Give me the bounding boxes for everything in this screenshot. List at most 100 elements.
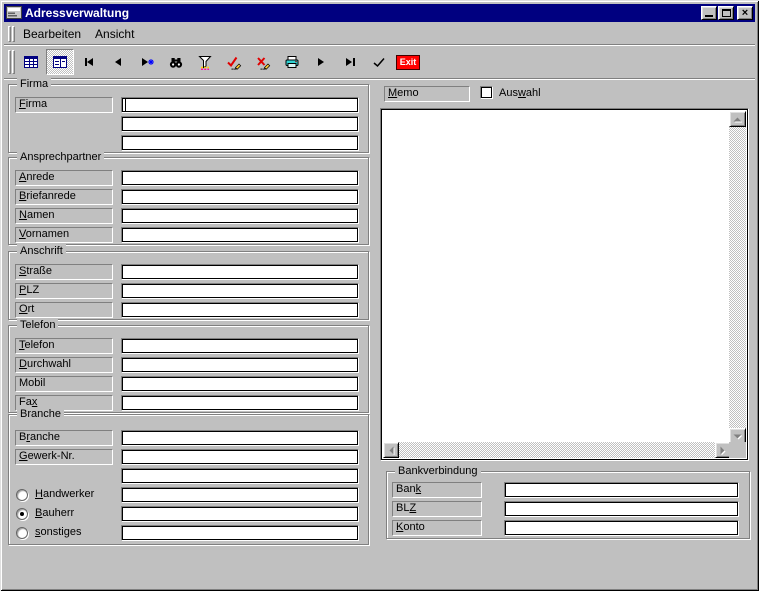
form-view-button[interactable] bbox=[46, 49, 74, 75]
menu-ansicht[interactable]: Ansicht bbox=[88, 25, 141, 43]
fax-input[interactable] bbox=[121, 395, 359, 411]
close-button[interactable]: × bbox=[737, 6, 753, 20]
handwerker-input[interactable] bbox=[121, 487, 359, 503]
anrede-label: Anrede bbox=[15, 170, 113, 186]
branche-extra-input[interactable] bbox=[121, 468, 359, 484]
toolbar-gripper[interactable] bbox=[12, 50, 15, 74]
mobil-input[interactable] bbox=[121, 376, 359, 392]
field-row-briefanrede: Briefanrede bbox=[9, 189, 368, 205]
titlebar[interactable]: Adressverwaltung × bbox=[4, 4, 755, 22]
group-telefon-title: Telefon bbox=[17, 318, 58, 332]
scroll-left-button[interactable] bbox=[383, 442, 399, 458]
print-button[interactable] bbox=[278, 49, 306, 75]
group-ansprechpartner: Ansprechpartner Anrede Briefanrede Namen… bbox=[8, 157, 369, 245]
group-firma-title: Firma bbox=[17, 77, 51, 91]
vornamen-label: Vornamen bbox=[15, 227, 113, 243]
group-bankverbindung-title: Bankverbindung bbox=[395, 464, 481, 478]
delete-record-button[interactable] bbox=[249, 49, 277, 75]
first-record-button[interactable] bbox=[75, 49, 103, 75]
scrollbar-corner bbox=[729, 442, 746, 458]
toolbar-gripper[interactable] bbox=[8, 50, 11, 74]
blz-label: BLZ bbox=[392, 501, 482, 517]
new-record-button[interactable] bbox=[133, 49, 161, 75]
telefon-input[interactable] bbox=[121, 338, 359, 354]
next-record-button[interactable] bbox=[307, 49, 335, 75]
last-record-icon bbox=[342, 54, 358, 70]
bank-input[interactable] bbox=[504, 482, 739, 498]
field-row-telefon: Telefon bbox=[9, 338, 368, 354]
plz-label: PLZ bbox=[15, 283, 113, 299]
memo-vertical-scrollbar[interactable] bbox=[729, 111, 746, 444]
field-row-ort: Ort bbox=[9, 302, 368, 318]
memo-horizontal-scrollbar[interactable] bbox=[383, 442, 731, 458]
firma-input-2[interactable] bbox=[121, 116, 359, 132]
konto-label: Konto bbox=[392, 520, 482, 536]
vornamen-input[interactable] bbox=[121, 227, 359, 243]
edit-record-button[interactable] bbox=[220, 49, 248, 75]
bauherr-radio[interactable] bbox=[16, 508, 28, 520]
arrow-left-icon bbox=[387, 446, 396, 455]
group-ansprechpartner-title: Ansprechpartner bbox=[17, 150, 104, 164]
menubar-gripper[interactable] bbox=[8, 26, 11, 42]
firma-label: Firma bbox=[15, 97, 113, 113]
briefanrede-label: Briefanrede bbox=[15, 189, 113, 205]
namen-label: Namen bbox=[15, 208, 113, 224]
last-record-button[interactable] bbox=[336, 49, 364, 75]
strasse-input[interactable] bbox=[121, 264, 359, 280]
firma-input-1[interactable] bbox=[121, 97, 359, 113]
table-view-button[interactable] bbox=[17, 49, 45, 75]
filter-icon bbox=[197, 54, 213, 70]
field-row-konto: Konto bbox=[387, 520, 749, 536]
menu-bearbeiten[interactable]: Bearbeiten bbox=[16, 25, 88, 43]
next-record-icon bbox=[313, 54, 329, 70]
app-icon[interactable] bbox=[6, 5, 22, 21]
new-record-icon bbox=[139, 54, 155, 70]
auswahl-checkbox[interactable] bbox=[480, 86, 493, 99]
menubar-gripper[interactable] bbox=[12, 26, 15, 42]
prior-record-button[interactable] bbox=[104, 49, 132, 75]
field-row-firma: Firma bbox=[9, 97, 368, 113]
namen-input[interactable] bbox=[121, 208, 359, 224]
arrow-up-icon bbox=[733, 115, 742, 124]
blz-input[interactable] bbox=[504, 501, 739, 517]
arrow-right-icon bbox=[719, 446, 728, 455]
branche-label: Branche bbox=[15, 430, 113, 446]
minimize-icon bbox=[705, 15, 713, 17]
post-record-button[interactable] bbox=[365, 49, 393, 75]
prior-record-icon bbox=[110, 54, 126, 70]
sonstiges-radio-label[interactable]: sonstiges bbox=[35, 526, 81, 538]
handwerker-radio-label[interactable]: Handwerker bbox=[35, 488, 94, 500]
branche-input[interactable] bbox=[121, 430, 359, 446]
auswahl-checkbox-label[interactable]: Auswahl bbox=[499, 87, 541, 99]
firma-input-3[interactable] bbox=[121, 135, 359, 151]
sonstiges-input[interactable] bbox=[121, 525, 359, 541]
sonstiges-radio[interactable] bbox=[16, 527, 28, 539]
maximize-button[interactable] bbox=[718, 6, 734, 20]
bauherr-input[interactable] bbox=[121, 506, 359, 522]
field-row-branche: Branche bbox=[9, 430, 368, 446]
durchwahl-input[interactable] bbox=[121, 357, 359, 373]
briefanrede-input[interactable] bbox=[121, 189, 359, 205]
minimize-button[interactable] bbox=[701, 6, 717, 20]
group-telefon: Telefon Telefon Durchwahl Mobil Fax bbox=[8, 325, 369, 413]
anrede-input[interactable] bbox=[121, 170, 359, 186]
app-window: Adressverwaltung × Bearbeiten Ansicht bbox=[0, 0, 759, 591]
field-row-strasse: Straße bbox=[9, 264, 368, 280]
printer-icon bbox=[284, 54, 300, 70]
memo-textarea[interactable] bbox=[383, 111, 731, 444]
window-title: Adressverwaltung bbox=[25, 6, 700, 20]
konto-input[interactable] bbox=[504, 520, 739, 536]
bauherr-radio-label[interactable]: Bauherr bbox=[35, 507, 74, 519]
find-button[interactable] bbox=[162, 49, 190, 75]
gewerknr-input[interactable] bbox=[121, 449, 359, 465]
ort-input[interactable] bbox=[121, 302, 359, 318]
field-row-durchwahl: Durchwahl bbox=[9, 357, 368, 373]
group-bankverbindung: Bankverbindung Bank BLZ Konto bbox=[386, 471, 750, 539]
field-row-blz: BLZ bbox=[387, 501, 749, 517]
filter-button[interactable] bbox=[191, 49, 219, 75]
handwerker-radio[interactable] bbox=[16, 489, 28, 501]
strasse-label: Straße bbox=[15, 264, 113, 280]
plz-input[interactable] bbox=[121, 283, 359, 299]
scroll-up-button[interactable] bbox=[729, 111, 746, 127]
exit-button[interactable]: Exit bbox=[394, 49, 422, 75]
